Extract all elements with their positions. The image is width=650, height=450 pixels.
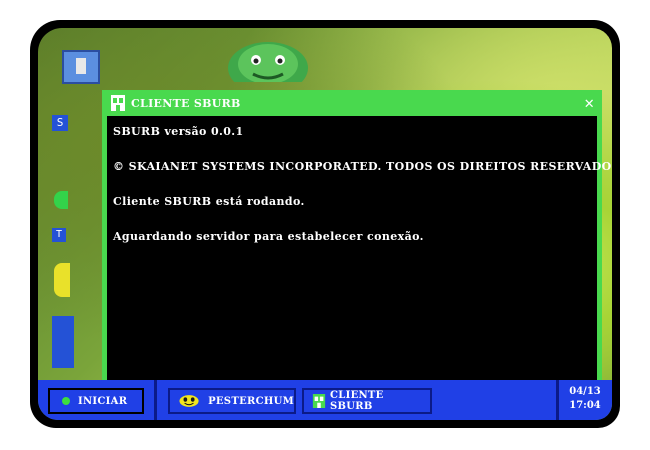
start-dot-icon bbox=[62, 397, 70, 405]
sburb-client-window: CLIENTE SBURB ✕ SBURB versão 0.0.1 © SKA… bbox=[102, 90, 612, 396]
sburb-client-label: CLIENTE SBURB bbox=[330, 390, 384, 412]
desktop-blue-icon[interactable] bbox=[52, 316, 74, 368]
green-creature-image bbox=[228, 42, 308, 82]
monitor-frame: S T CLIENTE SBURB ✕ SBURB versão 0.0.1 ©… bbox=[30, 20, 620, 428]
desktop-s-icon[interactable]: S bbox=[52, 115, 68, 131]
taskbar-divider bbox=[154, 380, 157, 420]
sburb-house-icon bbox=[111, 95, 125, 111]
sburb-house-icon bbox=[312, 394, 326, 408]
start-button[interactable]: INICIAR bbox=[48, 388, 144, 414]
terminal-line: © SKAIANET SYSTEMS INCORPORATED. TODOS O… bbox=[113, 160, 612, 173]
clock-time: 17:04 bbox=[569, 400, 601, 411]
clock-divider bbox=[556, 380, 559, 420]
terminal-line: Cliente SBURB está rodando. bbox=[113, 195, 305, 208]
clock-date: 04/13 bbox=[569, 386, 601, 397]
desktop-green-icon[interactable] bbox=[54, 191, 68, 209]
taskbar-sburb-button[interactable]: CLIENTE SBURB bbox=[302, 388, 432, 414]
window-titlebar[interactable]: CLIENTE SBURB ✕ bbox=[102, 90, 602, 116]
close-icon[interactable]: ✕ bbox=[584, 92, 594, 114]
terminal-line: SBURB versão 0.0.1 bbox=[113, 125, 244, 138]
desktop-folder-icon[interactable] bbox=[62, 50, 100, 84]
start-label: INICIAR bbox=[78, 395, 128, 407]
window-title: CLIENTE SBURB bbox=[131, 96, 241, 110]
pesterchum-icon bbox=[179, 395, 199, 407]
desktop-yellow-icon[interactable] bbox=[54, 263, 70, 297]
taskbar-clock: 04/13 17:04 bbox=[562, 385, 608, 413]
terminal-line: Aguardando servidor para estabelecer con… bbox=[113, 230, 424, 243]
terminal-output: SBURB versão 0.0.1 © SKAIANET SYSTEMS IN… bbox=[107, 116, 612, 391]
pesterchum-label: PESTERCHUM bbox=[208, 395, 294, 407]
desktop-screen: S T CLIENTE SBURB ✕ SBURB versão 0.0.1 ©… bbox=[38, 28, 612, 420]
taskbar: INICIAR PESTERCHUM CLIENTE SBURB 04/13 1… bbox=[38, 380, 612, 420]
desktop-t-icon[interactable]: T bbox=[52, 228, 66, 242]
taskbar-pesterchum-button[interactable]: PESTERCHUM bbox=[168, 388, 296, 414]
